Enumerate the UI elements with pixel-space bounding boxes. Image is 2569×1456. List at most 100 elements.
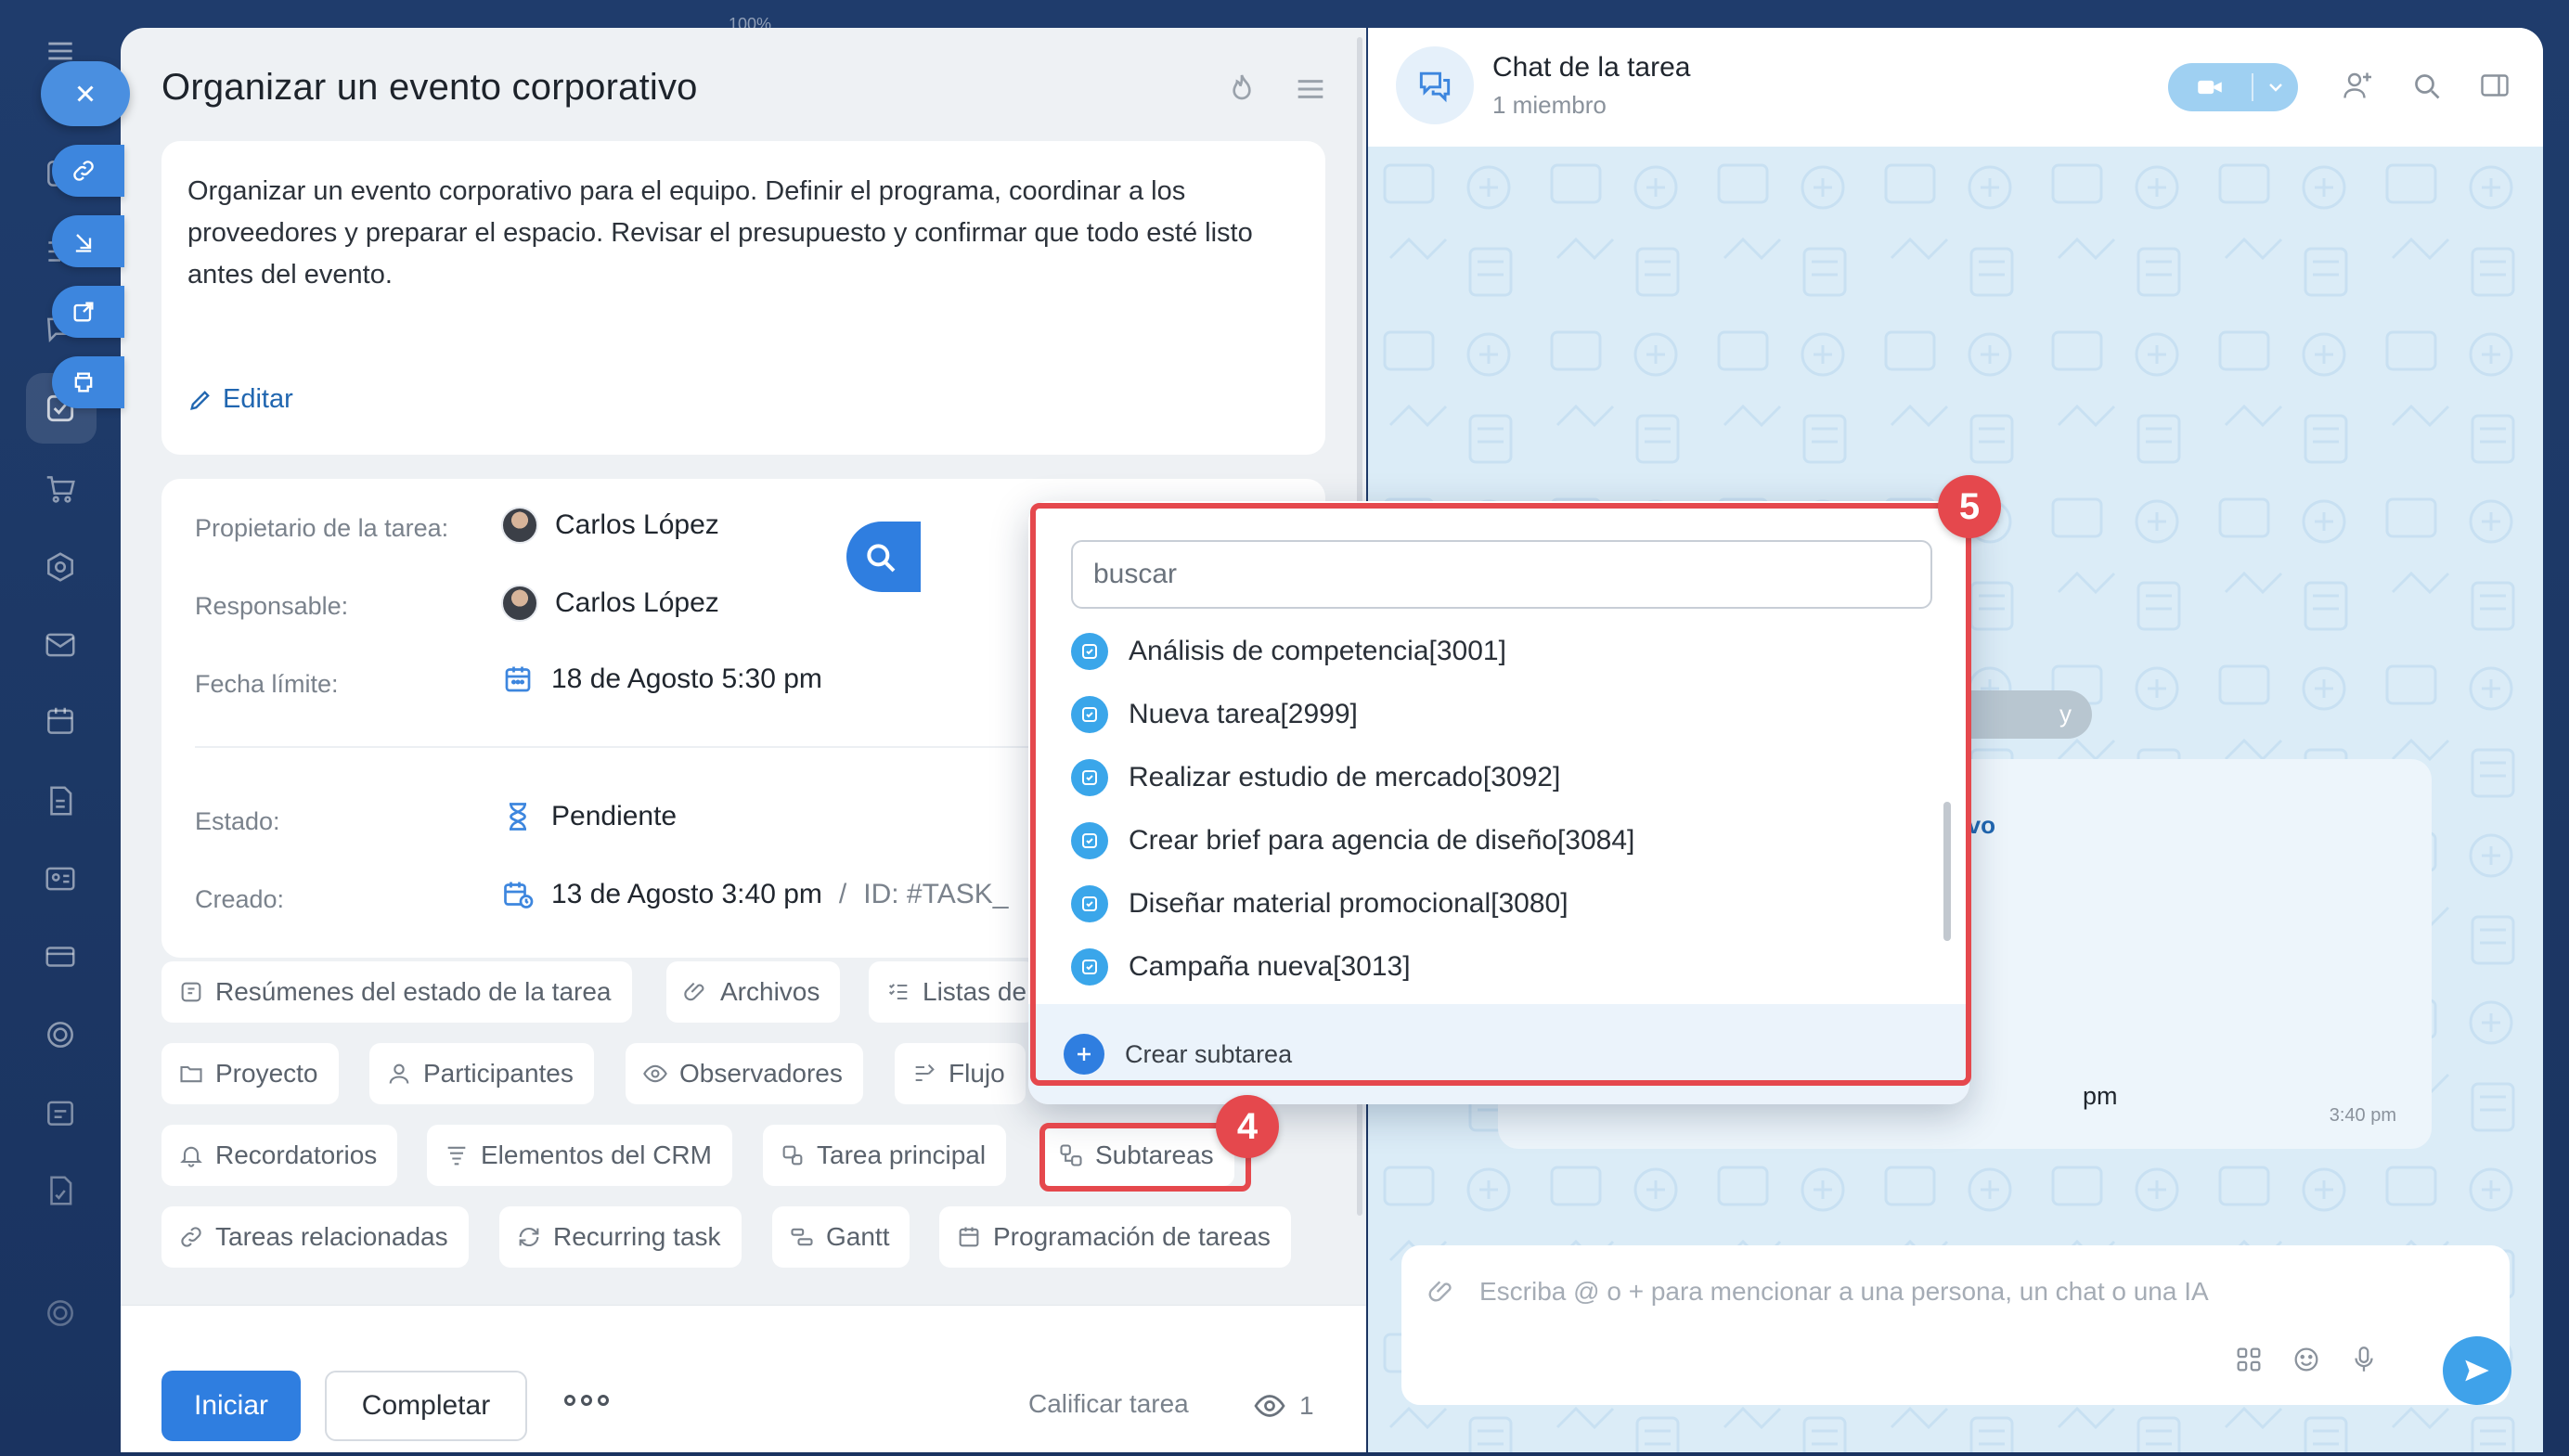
chip-label: Proyecto bbox=[215, 1059, 318, 1088]
highlight-popup bbox=[1030, 503, 1971, 1086]
nav-mail-icon[interactable] bbox=[37, 622, 84, 668]
chip-reminders[interactable]: Recordatorios bbox=[161, 1125, 398, 1186]
print-button[interactable] bbox=[52, 356, 124, 408]
chip-label: Recordatorios bbox=[215, 1140, 378, 1169]
chat-members[interactable]: 1 miembro bbox=[1492, 91, 1607, 120]
chip-observers[interactable]: Observadores bbox=[626, 1043, 863, 1104]
folder-icon bbox=[178, 1061, 204, 1087]
task-id: ID: #TASK_ bbox=[863, 879, 1009, 909]
minimize-button[interactable] bbox=[52, 215, 124, 267]
more-options-icon[interactable] bbox=[564, 1395, 609, 1406]
task-description: Organizar un evento corporativo para el … bbox=[187, 176, 1253, 290]
nav-contacts-icon[interactable] bbox=[37, 856, 84, 902]
close-button[interactable] bbox=[41, 61, 130, 126]
views-count: 1 bbox=[1299, 1391, 1314, 1420]
chip-crm[interactable]: Elementos del CRM bbox=[427, 1125, 732, 1186]
step-badge-4: 4 bbox=[1216, 1095, 1279, 1158]
bell-icon bbox=[178, 1142, 204, 1168]
add-user-icon[interactable] bbox=[2341, 69, 2374, 102]
sidebar-toggle-icon[interactable] bbox=[2478, 69, 2511, 102]
date-fragment: y bbox=[2059, 700, 2072, 728]
created-text: 13 de Agosto 3:40 pm bbox=[551, 879, 822, 909]
copy-link-button[interactable] bbox=[52, 145, 124, 197]
video-call-button[interactable] bbox=[2168, 63, 2298, 111]
edit-link[interactable]: Editar bbox=[187, 384, 293, 415]
chat-tools bbox=[2341, 69, 2511, 102]
message-text-fragment: pm bbox=[2083, 1082, 2118, 1110]
chip-participants[interactable]: Participantes bbox=[369, 1043, 594, 1104]
checklist-icon bbox=[885, 979, 911, 1005]
chip-checklists[interactable]: Listas de bbox=[869, 961, 1036, 1023]
nav-calendar-icon[interactable] bbox=[37, 698, 84, 744]
person-icon bbox=[386, 1061, 412, 1087]
eye-icon bbox=[642, 1061, 668, 1087]
owner-name: Carlos López bbox=[555, 509, 719, 540]
responsible-name: Carlos López bbox=[555, 587, 719, 618]
eye-icon bbox=[1253, 1389, 1286, 1423]
nav-schedule-icon[interactable] bbox=[37, 1089, 84, 1136]
task-footer: Iniciar Completar Calificar tarea 1 bbox=[121, 1305, 1366, 1452]
hamburger-menu-icon[interactable] bbox=[1292, 71, 1329, 108]
close-icon bbox=[71, 80, 99, 108]
search-icon[interactable] bbox=[2409, 69, 2443, 102]
deadline-value[interactable]: 18 de Agosto 5:30 pm bbox=[501, 663, 822, 696]
nav-report-icon[interactable] bbox=[37, 1167, 84, 1214]
printer-icon bbox=[71, 369, 97, 395]
edit-label: Editar bbox=[223, 384, 293, 414]
chat-header: Chat de la tarea 1 miembro bbox=[1368, 28, 2543, 147]
status-label: Estado: bbox=[195, 807, 280, 835]
responsible-value[interactable]: Carlos López bbox=[501, 585, 719, 622]
chat-title: Chat de la tarea bbox=[1492, 52, 1691, 83]
rate-task-link[interactable]: Calificar tarea bbox=[1028, 1389, 1189, 1419]
message-composer[interactable]: Escriba @ o + para mencionar a una perso… bbox=[1401, 1245, 2511, 1405]
emoji-icon[interactable] bbox=[2291, 1344, 2322, 1375]
chip-flow[interactable]: Flujo bbox=[895, 1043, 1026, 1104]
nav-settings-icon[interactable] bbox=[37, 1290, 84, 1336]
chip-summaries[interactable]: Resúmenes del estado de la tarea bbox=[161, 961, 632, 1023]
step-badge-5: 5 bbox=[1938, 475, 2001, 538]
nav-target-icon[interactable] bbox=[37, 1011, 84, 1058]
microphone-icon[interactable] bbox=[2348, 1344, 2380, 1375]
views-counter: 1 bbox=[1253, 1389, 1314, 1423]
composer-tools bbox=[2233, 1344, 2380, 1375]
chip-label: Flujo bbox=[949, 1059, 1005, 1088]
summary-icon bbox=[178, 979, 204, 1005]
nav-cart-icon[interactable] bbox=[37, 466, 84, 512]
chip-files[interactable]: Archivos bbox=[666, 961, 841, 1023]
gantt-icon bbox=[789, 1224, 815, 1250]
apps-grid-icon[interactable] bbox=[2233, 1344, 2265, 1375]
hourglass-icon bbox=[501, 800, 535, 833]
avatar bbox=[501, 507, 538, 544]
chip-related-tasks[interactable]: Tareas relacionadas bbox=[161, 1206, 469, 1268]
search-button[interactable] bbox=[846, 522, 921, 592]
chip-label: Programación de tareas bbox=[993, 1222, 1271, 1251]
start-button[interactable]: Iniciar bbox=[161, 1371, 301, 1441]
owner-value[interactable]: Carlos López bbox=[501, 507, 719, 544]
nav-card-icon[interactable] bbox=[37, 934, 84, 980]
flame-icon[interactable] bbox=[1223, 71, 1260, 108]
search-icon bbox=[861, 538, 898, 575]
paperclip-icon[interactable] bbox=[1427, 1277, 1457, 1307]
chip-recurring-task[interactable]: Recurring task bbox=[499, 1206, 742, 1268]
chip-parent-task[interactable]: Tarea principal bbox=[763, 1125, 1007, 1186]
complete-button[interactable]: Completar bbox=[325, 1371, 527, 1441]
link-icon bbox=[178, 1224, 204, 1250]
chip-label: Tarea principal bbox=[817, 1140, 987, 1169]
nav-hexagon-icon[interactable] bbox=[37, 544, 84, 590]
deadline-label: Fecha límite: bbox=[195, 670, 339, 698]
send-icon bbox=[2461, 1355, 2493, 1386]
chip-gantt[interactable]: Gantt bbox=[772, 1206, 910, 1268]
chip-label: Elementos del CRM bbox=[481, 1140, 712, 1169]
chevron-down-icon[interactable] bbox=[2265, 76, 2287, 98]
chip-label: Observadores bbox=[679, 1059, 843, 1088]
send-button[interactable] bbox=[2443, 1336, 2511, 1405]
chip-label: Recurring task bbox=[553, 1222, 721, 1251]
nav-document-icon[interactable] bbox=[37, 778, 84, 824]
chip-project[interactable]: Proyecto bbox=[161, 1043, 339, 1104]
parent-task-icon bbox=[780, 1142, 806, 1168]
calendar-clock-icon bbox=[501, 878, 535, 911]
chip-label: Archivos bbox=[720, 977, 820, 1006]
open-new-window-button[interactable] bbox=[52, 286, 124, 338]
arrow-down-right-icon bbox=[71, 228, 97, 254]
chip-scheduling[interactable]: Programación de tareas bbox=[939, 1206, 1291, 1268]
